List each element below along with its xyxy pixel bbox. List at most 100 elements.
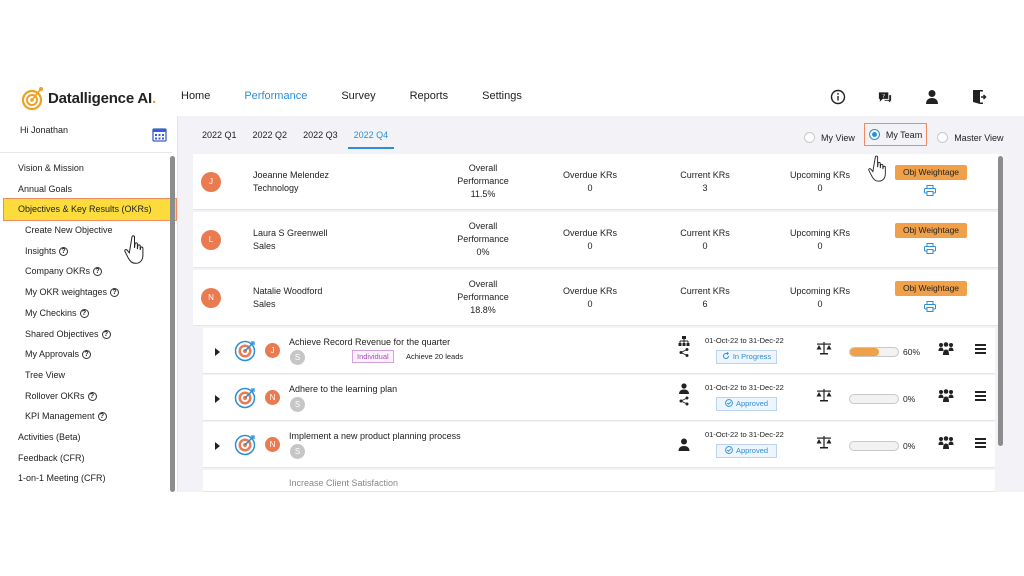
sidebar-menu: Vision & Mission Annual Goals Objectives &… bbox=[0, 158, 177, 489]
tab-2022-q3[interactable]: 2022 Q3 bbox=[303, 130, 338, 149]
info-icon[interactable] bbox=[830, 88, 846, 106]
objective-title[interactable]: Achieve Record Revenue for the quarter bbox=[289, 337, 450, 347]
app-header: Datalligence AI. Home Performance Survey Re… bbox=[0, 80, 1024, 116]
nav-performance[interactable]: Performance bbox=[244, 90, 307, 102]
team-member-row[interactable]: N Natalie Woodford Sales Overall Performance… bbox=[193, 270, 1003, 326]
objective-title[interactable]: Adhere to the learning plan bbox=[289, 384, 397, 394]
sidebar-item-1-on-1-meeting-cfr[interactable]: 1-on-1 Meeting (CFR) bbox=[0, 468, 172, 489]
tab-2022-q1[interactable]: 2022 Q1 bbox=[202, 130, 237, 149]
chat-help-icon[interactable]: ? bbox=[877, 88, 893, 106]
expand-arrow-icon[interactable] bbox=[215, 348, 220, 356]
sidebar-item-label: Activities (Beta) bbox=[18, 431, 81, 442]
help-icon[interactable]: ? bbox=[110, 288, 120, 298]
print-icon[interactable] bbox=[924, 241, 936, 259]
objective-row[interactable]: N Implement a new product planning proces… bbox=[203, 422, 995, 468]
sidebar-item-activities-beta[interactable]: Activities (Beta) bbox=[0, 427, 172, 448]
sidebar-item-annual-goals[interactable]: Annual Goals bbox=[0, 179, 172, 200]
key-result-summary: Achieve 20 leads bbox=[406, 352, 464, 361]
svg-text:?: ? bbox=[882, 93, 885, 99]
menu-icon[interactable] bbox=[975, 391, 986, 403]
view-option-label: My Team bbox=[885, 129, 923, 140]
stat-label: Overdue KRs bbox=[562, 170, 618, 180]
hierarchy-share-icon[interactable] bbox=[678, 336, 690, 363]
sidebar-item-tree-view[interactable]: Tree View bbox=[0, 365, 172, 386]
sidebar-item-shared-objectives[interactable]: Shared Objectives? bbox=[0, 324, 172, 345]
person-icon[interactable] bbox=[678, 438, 690, 457]
progress-bar bbox=[849, 347, 899, 357]
objective-row[interactable]: N Adhere to the learning plan S 01-Oct-22 t… bbox=[203, 375, 995, 421]
obj-weightage-button[interactable]: Obj Weightage bbox=[895, 281, 967, 296]
sidebar-item-rollover-okrs[interactable]: Rollover OKRs? bbox=[0, 386, 172, 407]
menu-icon[interactable] bbox=[975, 438, 986, 450]
obj-weightage-button[interactable]: Obj Weightage bbox=[895, 223, 967, 238]
weightage-scale-icon[interactable] bbox=[816, 388, 832, 407]
objective-row-partial[interactable]: Increase Client Satisfaction bbox=[203, 470, 995, 492]
sidebar-item-my-checkins[interactable]: My Checkins? bbox=[0, 303, 172, 324]
nav-reports[interactable]: Reports bbox=[410, 90, 449, 102]
stat-value: 0 bbox=[817, 241, 823, 251]
objective-dates: 01-Oct-22 to 31-Dec-22 bbox=[705, 430, 784, 439]
stat-label: Overall bbox=[468, 163, 498, 173]
help-icon[interactable]: ? bbox=[87, 391, 97, 401]
team-icon[interactable] bbox=[938, 389, 954, 408]
stat-value: 0 bbox=[587, 183, 593, 193]
stat-value: 0 bbox=[587, 241, 593, 251]
radio-button[interactable] bbox=[937, 132, 949, 143]
tab-2022-q2[interactable]: 2022 Q2 bbox=[253, 130, 288, 149]
obj-weightage-button[interactable]: Obj Weightage bbox=[895, 165, 967, 180]
owner-avatar: J bbox=[265, 343, 280, 358]
stat-label: Upcoming KRs bbox=[789, 286, 851, 296]
sidebar-item-my-approvals[interactable]: My Approvals? bbox=[0, 344, 172, 365]
help-icon[interactable]: ? bbox=[97, 412, 107, 422]
objective-dates: 01-Oct-22 to 31-Dec-22 bbox=[705, 336, 784, 345]
help-icon[interactable]: ? bbox=[93, 267, 103, 277]
view-option-master-view[interactable]: Master View bbox=[937, 130, 1004, 145]
nav-survey[interactable]: Survey bbox=[341, 90, 375, 102]
member-name: Natalie Woodford bbox=[253, 286, 323, 296]
view-option-my-team[interactable]: My Team bbox=[863, 123, 928, 146]
team-icon[interactable] bbox=[938, 342, 954, 361]
team-icon[interactable] bbox=[938, 436, 954, 455]
sidebar-item-objectives-key-results-okrs[interactable]: Objectives & Key Results (OKRs) bbox=[3, 198, 177, 222]
objective-row[interactable]: J Achieve Record Revenue for the quarter S… bbox=[203, 328, 995, 374]
weightage-scale-icon[interactable] bbox=[816, 435, 832, 454]
upcoming-krs: Upcoming KRs 0 bbox=[787, 227, 853, 253]
person-share-icon[interactable] bbox=[678, 383, 690, 412]
menu-icon[interactable] bbox=[975, 344, 986, 356]
weightage-scale-icon[interactable] bbox=[816, 341, 832, 360]
help-icon[interactable]: ? bbox=[79, 308, 89, 318]
nav-home[interactable]: Home bbox=[181, 90, 210, 102]
view-option-my-view[interactable]: My View bbox=[804, 130, 855, 145]
main-scrollbar[interactable] bbox=[998, 156, 1003, 446]
radio-button[interactable] bbox=[804, 132, 815, 143]
print-icon[interactable] bbox=[924, 299, 936, 317]
member-name: Joeanne Melendez bbox=[253, 170, 330, 180]
stat-label: Current KRs bbox=[680, 170, 730, 180]
target-icon bbox=[234, 340, 256, 367]
objective-title[interactable]: Implement a new product planning process bbox=[289, 431, 461, 441]
sidebar-item-vision-mission[interactable]: Vision & Mission bbox=[0, 158, 172, 179]
logout-icon[interactable] bbox=[971, 88, 987, 106]
sidebar-item-feedback-cfr[interactable]: Feedback (CFR) bbox=[0, 448, 172, 469]
sidebar-item-kpi-management[interactable]: KPI Management? bbox=[0, 406, 172, 427]
sidebar-item-label: Tree View bbox=[25, 369, 66, 380]
nav-settings[interactable]: Settings bbox=[482, 90, 522, 102]
print-icon[interactable] bbox=[924, 183, 936, 201]
calendar-icon[interactable] bbox=[152, 127, 167, 142]
tab-2022-q4[interactable]: 2022 Q4 bbox=[347, 130, 395, 149]
help-icon[interactable]: ? bbox=[82, 350, 92, 360]
sidebar: Hi Jonathan Vision & Mission Annual Goals… bbox=[0, 116, 178, 492]
logo[interactable]: Datalligence AI. bbox=[20, 84, 156, 112]
overdue-krs: Overdue KRs 0 bbox=[560, 285, 620, 311]
expand-arrow-icon[interactable] bbox=[215, 395, 220, 403]
expand-arrow-icon[interactable] bbox=[215, 442, 220, 450]
team-member-row[interactable]: L Laura S Greenwell Sales Overall Performanc… bbox=[193, 212, 1003, 268]
help-icon[interactable]: ? bbox=[101, 329, 111, 339]
sidebar-scrollbar[interactable] bbox=[170, 156, 175, 492]
radio-button[interactable] bbox=[868, 129, 880, 140]
user-icon[interactable] bbox=[924, 88, 940, 106]
sidebar-item-my-okr-weightages[interactable]: My OKR weightages? bbox=[0, 282, 172, 303]
stat-value: 11.5% bbox=[470, 189, 496, 199]
help-icon[interactable]: ? bbox=[59, 246, 69, 256]
shared-avatar: S bbox=[290, 350, 305, 365]
